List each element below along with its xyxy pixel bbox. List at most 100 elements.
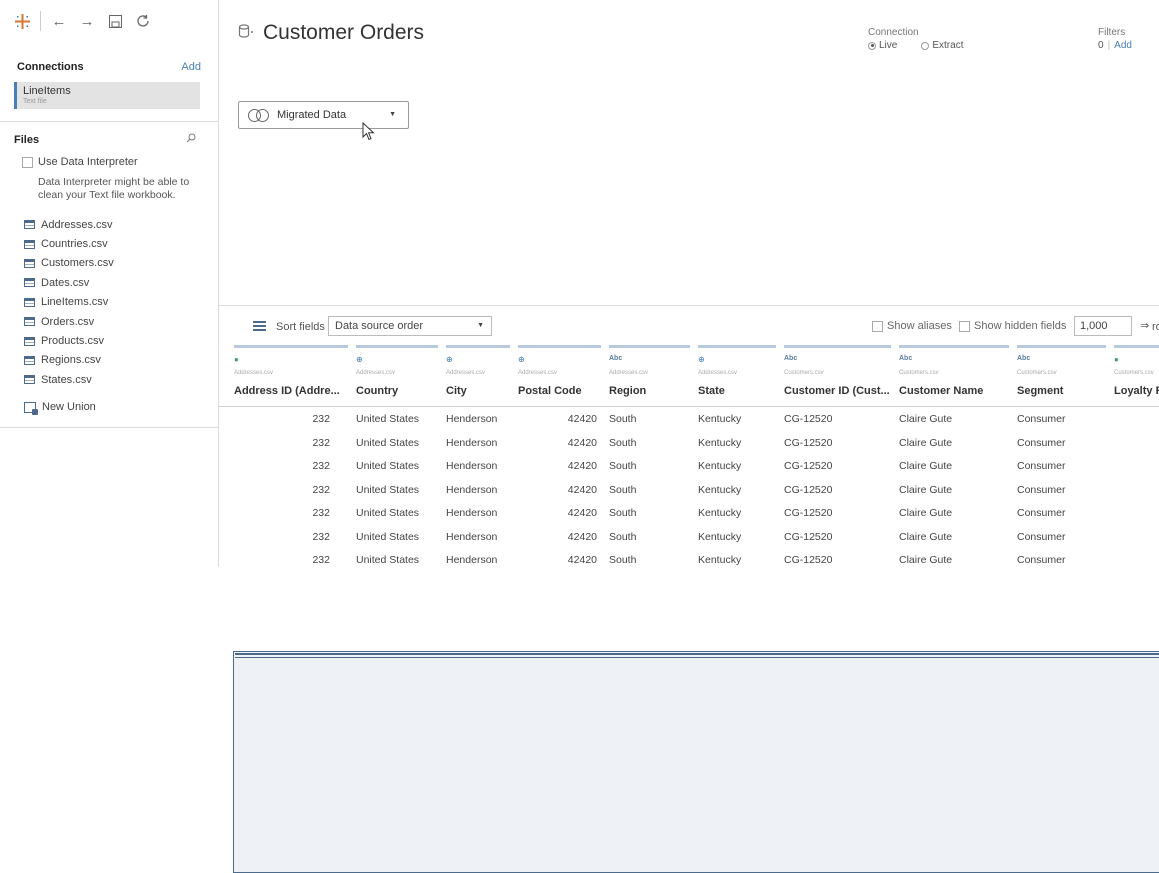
column-header[interactable]: Abc Customers.csv Segment	[1017, 345, 1112, 406]
table-cell: 42420	[567, 413, 597, 425]
column-header[interactable]: ⊕ Addresses.csv City	[446, 345, 516, 406]
data-interpreter-option[interactable]: Use Data Interpreter	[22, 156, 138, 168]
logical-table-pill[interactable]: Migrated Data ▼	[238, 101, 409, 129]
apply-arrow-icon[interactable]: ⇒	[1140, 319, 1149, 332]
table-cell: 232	[312, 483, 330, 496]
file-item-countries[interactable]: Countries.csv	[24, 234, 204, 253]
chevron-down-icon[interactable]: ▼	[389, 111, 396, 118]
left-sidebar: ← → Connections Add LineItems Text file …	[0, 0, 219, 567]
filters-count: 0	[1098, 40, 1104, 51]
table-cell: Kentucky	[698, 530, 742, 543]
live-radio[interactable]: Live	[868, 40, 897, 51]
file-item-lineitems[interactable]: LineItems.csv	[24, 293, 204, 312]
union-icon	[24, 401, 38, 415]
geo-type-icon[interactable]: ⊕	[698, 355, 705, 364]
file-item-regions[interactable]: Regions.csv	[24, 351, 204, 370]
file-item-products[interactable]: Products.csv	[24, 331, 204, 350]
filters-divider: |	[1107, 40, 1111, 51]
geo-type-icon[interactable]: ⊕	[446, 355, 453, 364]
file-item-dates[interactable]: Dates.csv	[24, 273, 204, 292]
column-header-bar	[698, 345, 776, 348]
column-name: Country	[356, 385, 399, 397]
column-source: Addresses.csv	[698, 370, 738, 376]
table-row[interactable]: 232 United States Henderson 42420 South Kentu…	[218, 525, 1159, 549]
table-cell: 42420	[567, 483, 597, 496]
table-cell: CG-12520	[784, 413, 833, 425]
file-item-orders[interactable]: Orders.csv	[24, 312, 204, 331]
list-view-icon[interactable]	[253, 321, 266, 332]
forward-arrow-icon[interactable]: →	[79, 13, 95, 30]
column-header[interactable]: ⊕ Addresses.csv Country	[356, 345, 444, 406]
rows-label: ro	[1152, 321, 1159, 333]
show-hidden-fields-checkbox[interactable]	[959, 320, 970, 332]
geo-type-icon[interactable]: ⊕	[356, 355, 363, 364]
column-header[interactable]: ● Addresses.csv Address ID (Addre...	[234, 345, 354, 406]
file-label: Customers.csv	[41, 257, 114, 270]
table-icon	[24, 355, 35, 365]
table-name: Migrated Data	[277, 109, 347, 121]
column-header[interactable]: Abc Addresses.csv Region	[609, 345, 696, 406]
number-type-icon[interactable]: ●	[234, 355, 239, 364]
string-type-icon[interactable]: Abc	[609, 355, 622, 362]
table-cell: Henderson	[446, 460, 498, 472]
tableau-logo-icon[interactable]	[14, 13, 30, 29]
column-source: Customers.csv	[1114, 370, 1154, 376]
connections-title: Connections	[17, 61, 84, 73]
table-row[interactable]: 232 United States Henderson 42420 South Kentu…	[218, 501, 1159, 525]
table-cell: Henderson	[446, 483, 498, 496]
string-type-icon[interactable]: Abc	[1017, 355, 1030, 362]
table-cell: Claire Gute	[899, 413, 953, 425]
add-connection-link[interactable]: Add	[181, 61, 201, 73]
geo-type-icon[interactable]: ⊕	[518, 355, 525, 364]
column-name: Region	[609, 385, 647, 397]
table-cell: United States	[356, 530, 420, 543]
datasource-title: Customer Orders	[238, 21, 424, 45]
table-cell: South	[609, 554, 637, 566]
column-header[interactable]: ⊕ Addresses.csv State	[698, 345, 782, 406]
column-header[interactable]: Abc Customers.csv Customer ID (Cust...	[784, 345, 897, 406]
column-header[interactable]: Abc Customers.csv Customer Name	[899, 345, 1015, 406]
show-aliases-option[interactable]: Show aliases	[872, 320, 952, 332]
show-aliases-checkbox[interactable]	[872, 320, 883, 332]
rows-count-value: 1,000	[1080, 320, 1108, 332]
new-union-item[interactable]: New Union	[24, 401, 96, 415]
toolbar-divider	[40, 11, 41, 31]
table-row[interactable]: 232 United States Henderson 42420 South Kentu…	[218, 407, 1159, 431]
datasource-name[interactable]: Customer Orders	[263, 21, 424, 45]
table-cell: Consumer	[1017, 413, 1066, 425]
save-icon[interactable]	[107, 13, 123, 29]
rows-count-input[interactable]: 1,000	[1074, 316, 1132, 336]
file-item-customers[interactable]: Customers.csv	[24, 254, 204, 273]
search-icon[interactable]	[186, 133, 196, 146]
number-type-icon[interactable]: ●	[1114, 355, 1119, 364]
table-cell: Henderson	[446, 554, 498, 566]
data-interpreter-checkbox[interactable]	[22, 156, 33, 168]
file-item-addresses[interactable]: Addresses.csv	[24, 215, 204, 234]
column-header[interactable]: ● Customers.csv Loyalty R	[1114, 345, 1159, 406]
show-hidden-fields-option[interactable]: Show hidden fields	[959, 320, 1066, 332]
column-header-bar	[609, 345, 690, 348]
extract-radio[interactable]: Extract	[921, 40, 963, 51]
back-arrow-icon[interactable]: ←	[51, 13, 67, 30]
grid-view-icon[interactable]	[233, 651, 1159, 873]
column-name: Postal Code	[518, 385, 582, 397]
table-cell: Kentucky	[698, 554, 742, 566]
refresh-icon[interactable]	[135, 13, 151, 29]
connection-item[interactable]: LineItems Text file	[14, 82, 200, 109]
table-row[interactable]: 232 United States Henderson 42420 South Kentu…	[218, 548, 1159, 567]
table-row[interactable]: 232 United States Henderson 42420 South Kentu…	[218, 478, 1159, 502]
table-cell: Henderson	[446, 436, 498, 449]
table-row[interactable]: 232 United States Henderson 42420 South Kentu…	[218, 431, 1159, 455]
file-item-states[interactable]: States.csv	[24, 370, 204, 389]
table-cell: CG-12520	[784, 483, 833, 496]
string-type-icon[interactable]: Abc	[784, 355, 797, 362]
column-header[interactable]: ⊕ Addresses.csv Postal Code	[518, 345, 607, 406]
table-row[interactable]: 232 United States Henderson 42420 South Kentu…	[218, 454, 1159, 478]
string-type-icon[interactable]: Abc	[899, 355, 912, 362]
connection-mode: Connection Live Extract	[868, 27, 963, 51]
add-filter-link[interactable]: Add	[1114, 40, 1132, 51]
table-cell: South	[609, 530, 637, 543]
relationship-icon	[248, 108, 270, 122]
table-cell: Consumer	[1017, 554, 1066, 566]
sort-fields-select[interactable]: Data source order ▼	[328, 316, 492, 336]
